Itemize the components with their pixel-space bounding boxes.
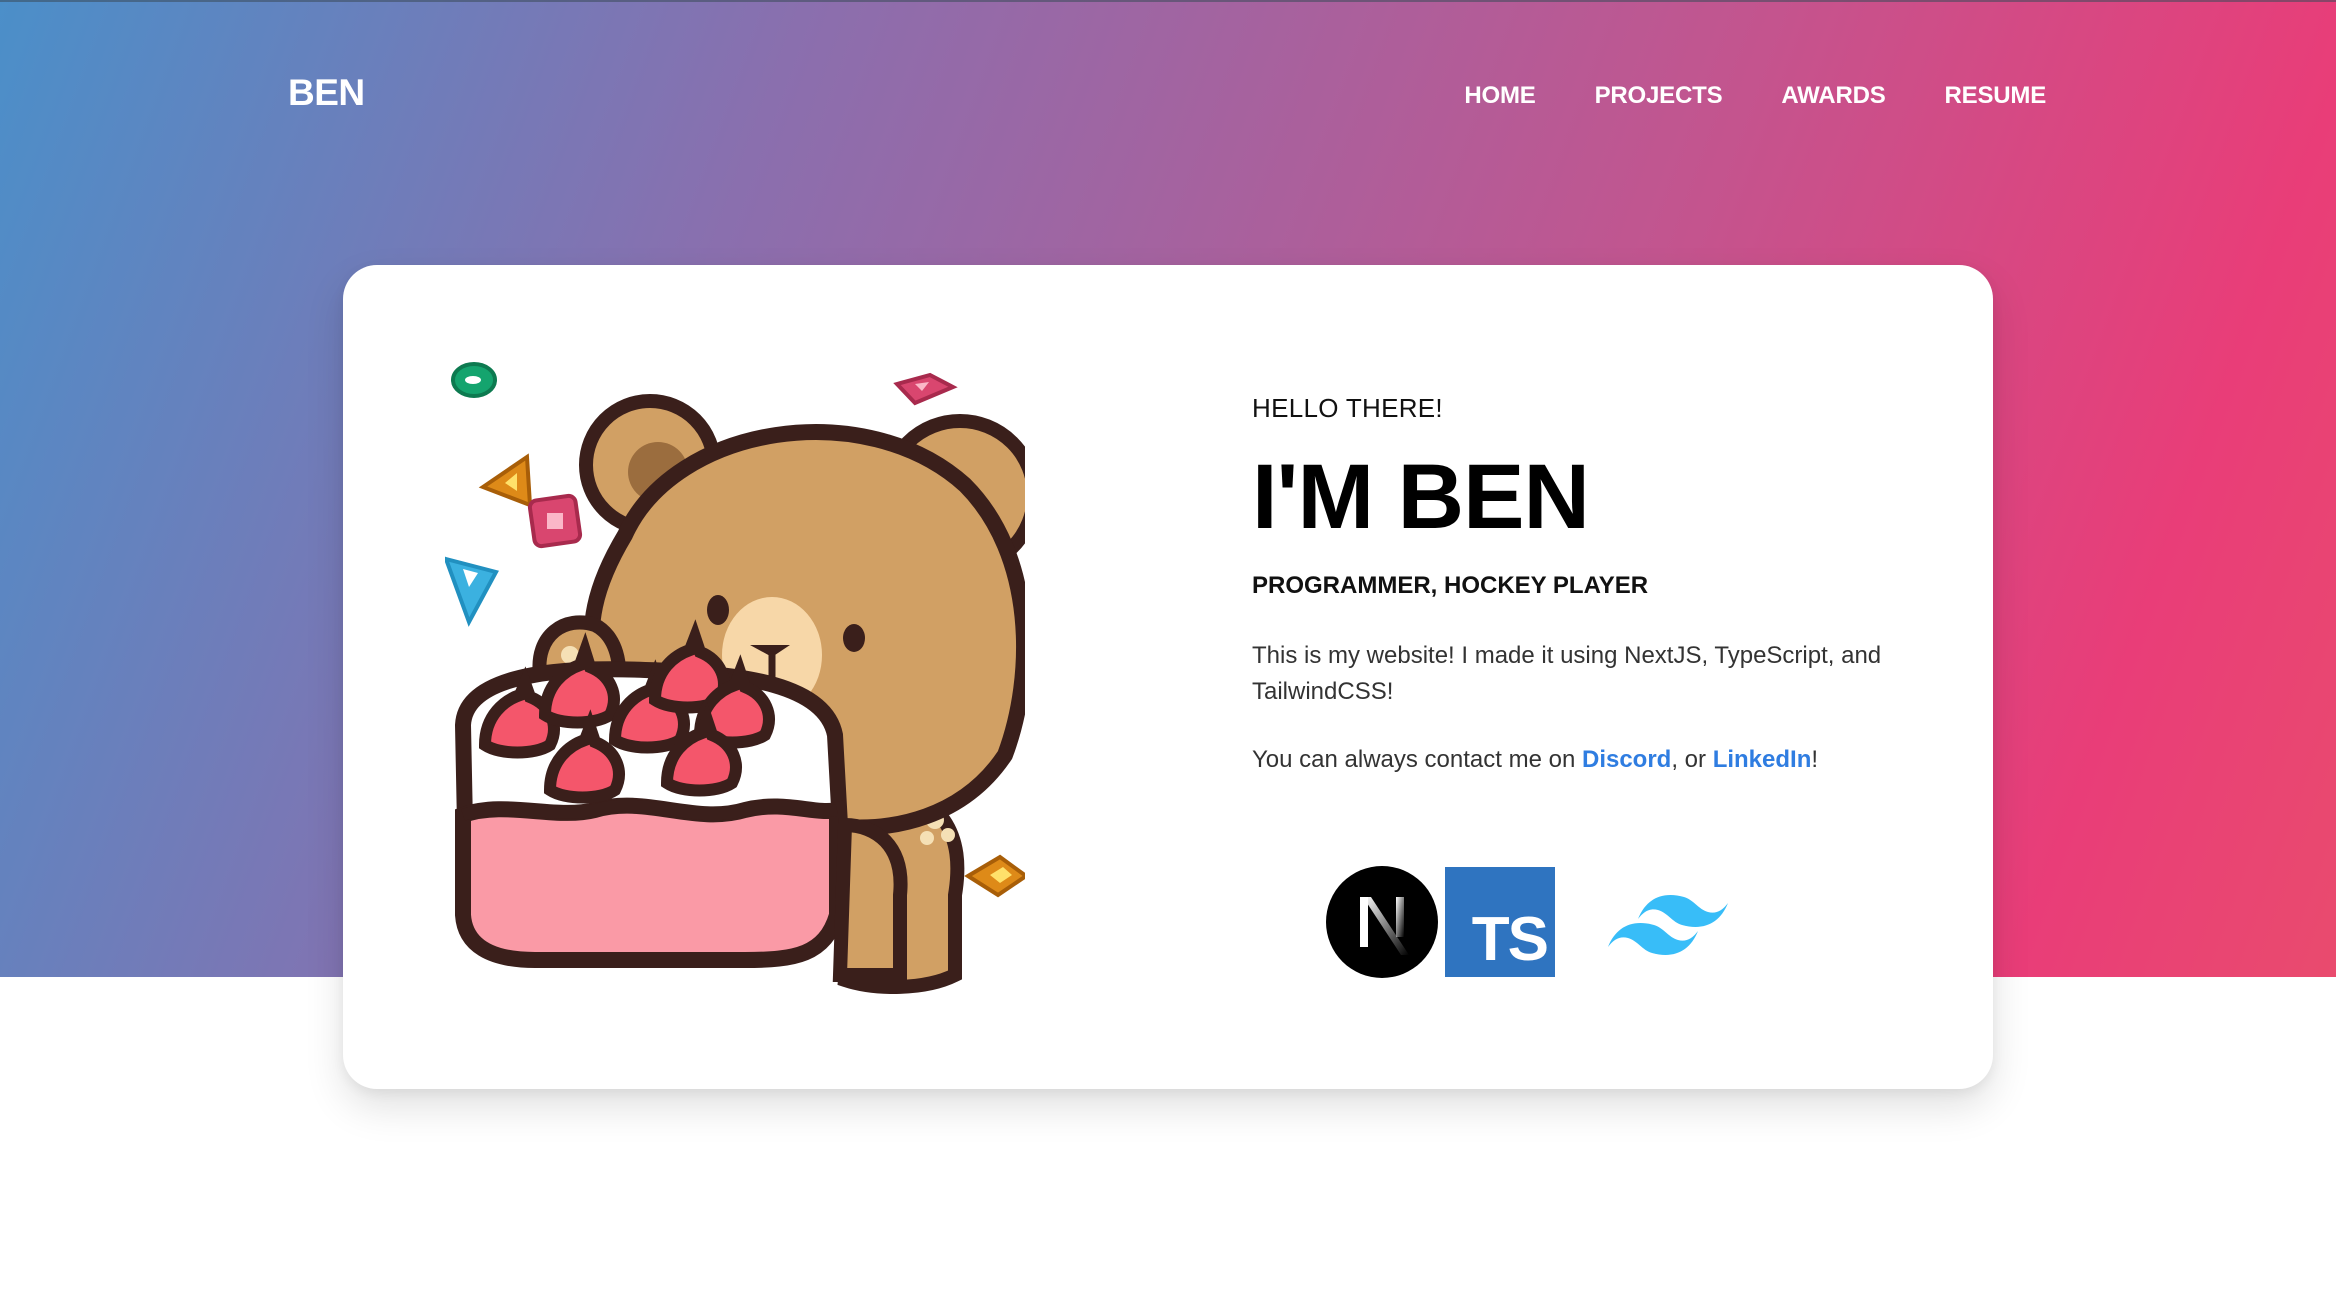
bear-with-cake-icon [445,362,1025,994]
nav-resume[interactable]: RESUME [1945,82,2047,110]
linkedin-link[interactable]: LinkedIn [1713,746,1812,773]
subtitle: PROGRAMMER, HOCKEY PLAYER [1252,572,1649,599]
page-title: I'M BEN [1252,446,1590,548]
nextjs-icon [1326,866,1438,978]
contact-suffix: ! [1811,746,1819,773]
contact-separator: , or [1671,746,1713,773]
brand-logo[interactable]: BEN [288,72,365,114]
discord-link[interactable]: Discord [1582,746,1671,773]
nav-home[interactable]: HOME [1464,82,1535,110]
typescript-badge-text: TS [1471,905,1549,974]
nav-awards[interactable]: AWARDS [1781,82,1885,110]
main-nav: HOME PROJECTS AWARDS RESUME [1464,82,2046,110]
greeting: HELLO THERE! [1252,393,1443,423]
top-border [0,0,2336,2]
typescript-icon: TS [1445,867,1555,977]
tailwindcss-icon [1608,895,1728,955]
tech-stack: TS [1252,865,1932,985]
intro-card: HELLO THERE! I'M BEN PROGRAMMER, HOCKEY … [343,265,1993,1089]
contact-line: You can always contact me on Discord, or… [1252,746,1818,774]
nav-projects[interactable]: PROJECTS [1595,82,1723,110]
description: This is my website! I made it using Next… [1252,642,1882,705]
contact-prefix: You can always contact me on [1252,746,1582,773]
